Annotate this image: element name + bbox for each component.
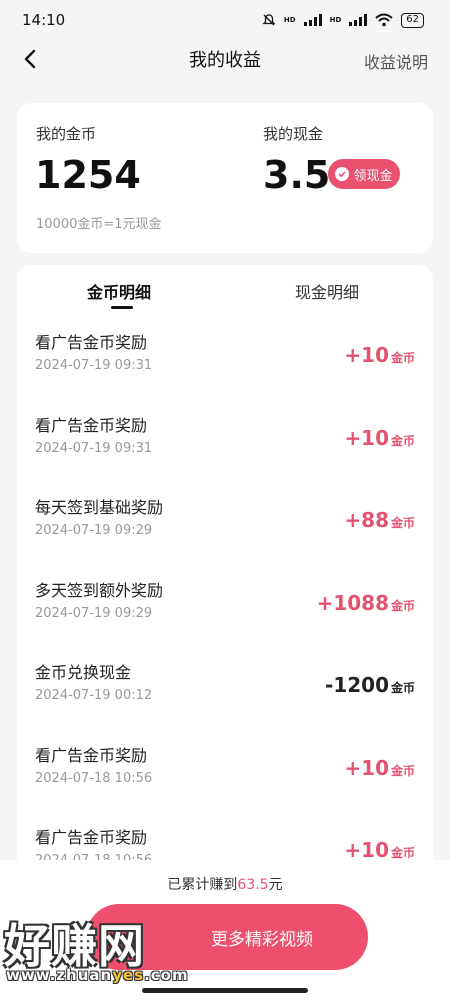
record-amount: +88 金币 xyxy=(344,508,415,532)
site-watermark: 好赚网 www.zhuanyes.com xyxy=(4,910,204,990)
amount-value: +1088 xyxy=(316,590,389,615)
list-item: 每天签到基础奖励 2024-07-19 09:29 +88 金币 xyxy=(17,488,433,571)
wifi-icon xyxy=(375,13,393,27)
list-item: 看广告金币奖励 2024-07-18 10:56 +10金币 xyxy=(17,736,433,819)
watermark-url-b: yes xyxy=(112,966,145,984)
amount-unit: 金币 xyxy=(390,763,415,778)
status-time: 14:10 xyxy=(22,11,66,29)
record-date: 2024-07-19 09:31 xyxy=(35,358,153,373)
amount-value: +10 xyxy=(344,838,389,862)
record-title: 看广告金币奖励 xyxy=(35,828,148,847)
more-videos-label: 更多精彩视频 xyxy=(211,929,313,950)
watermark-url-a: www.zhuan xyxy=(6,966,113,984)
mute-bell-icon xyxy=(262,14,276,26)
amount-unit: 金币 xyxy=(390,681,415,695)
back-arrow-icon[interactable] xyxy=(18,46,44,72)
cash-balance-value: 3.5 xyxy=(263,153,331,197)
amount-unit: 金币 xyxy=(390,433,415,448)
earned-suffix: 元 xyxy=(268,877,283,893)
detail-card: 金币明细 现金明细 看广告金币奖励 2024-07-19 09:31 +10 金币… xyxy=(17,265,433,885)
amount-value: +10 xyxy=(344,425,389,450)
amount-value: -1200 xyxy=(325,673,389,697)
record-amount: +1088 金币 xyxy=(317,591,415,615)
signal-icon-2 xyxy=(349,14,368,26)
amount-unit: 金币 xyxy=(390,516,415,530)
exchange-rate-note: 10000金币=1元现金 xyxy=(36,217,162,232)
list-item: 看广告金币奖励 2024-07-19 09:31 +10 金币 xyxy=(17,406,433,489)
watermark-url-c: .com xyxy=(144,966,189,984)
coin-balance-label: 我的金币 xyxy=(36,125,97,143)
balance-card: 我的金币 我的现金 1254 3.5 领现金 10000金币=1元现金 xyxy=(17,103,433,253)
signal-icon xyxy=(303,14,322,26)
status-icons: HD HD 62 xyxy=(262,12,424,28)
list-item: 金币兑换现金 2024-07-19 00:12 -1200 金币 xyxy=(17,653,433,736)
watermark-url: www.zhuanyes.com xyxy=(6,966,189,984)
amount-value: +10 xyxy=(344,755,389,780)
record-amount: +10 金币 xyxy=(344,756,415,780)
record-amount: +10 金币 xyxy=(344,343,415,367)
amount-unit: 金币 xyxy=(390,351,415,365)
record-title: 看广告金币奖励 xyxy=(35,333,148,352)
tab-coin-details[interactable]: 金币明细 xyxy=(87,279,151,303)
record-date: 2024-07-19 00:12 xyxy=(35,688,153,703)
record-amount: +10 金币 xyxy=(344,426,415,450)
earned-amount: 63.5 xyxy=(237,877,269,893)
earned-prefix: 已累计赚到 xyxy=(167,877,238,893)
battery-icon: 62 xyxy=(401,12,424,28)
amount-value: +10 xyxy=(344,343,389,367)
earnings-explanation-link[interactable]: 收益说明 xyxy=(364,49,428,73)
tab-cash-details[interactable]: 现金明细 xyxy=(295,279,359,303)
record-amount: +10 金币 xyxy=(344,838,415,862)
active-tab-indicator xyxy=(111,306,133,309)
nav-bar: 我的收益 收益说明 xyxy=(0,40,450,78)
list-item: 看广告金币奖励 2024-07-19 09:31 +10 金币 xyxy=(17,323,433,406)
record-title: 看广告金币奖励 xyxy=(35,745,148,765)
page-title: 我的收益 xyxy=(189,50,261,71)
list-item: 多天签到额外奖励 2024-07-19 09:29 +1088 金币 xyxy=(17,571,433,654)
record-title: 金币兑换现金 xyxy=(35,663,132,682)
claim-cash-icon xyxy=(335,167,350,181)
amount-unit: 金币 xyxy=(390,598,415,613)
record-list[interactable]: 看广告金币奖励 2024-07-19 09:31 +10 金币 看广告金币奖励 2… xyxy=(17,323,433,885)
cash-balance-label: 我的现金 xyxy=(263,125,324,143)
record-amount: -1200 金币 xyxy=(325,673,415,697)
record-date: 2024-07-18 10:56 xyxy=(35,770,153,786)
hd-label-1: HD xyxy=(283,16,296,24)
claim-cash-label: 领现金 xyxy=(353,168,393,184)
status-bar: 14:10 HD HD 62 xyxy=(0,0,450,40)
record-title: 每天签到基础奖励 xyxy=(35,498,164,517)
coin-balance-value: 1254 xyxy=(35,153,141,197)
record-title: 多天签到额外奖励 xyxy=(35,580,164,600)
record-date: 2024-07-19 09:29 xyxy=(35,605,153,621)
hd-label-2: HD xyxy=(329,16,342,24)
record-title: 看广告金币奖励 xyxy=(35,415,148,435)
claim-cash-button[interactable]: 领现金 xyxy=(328,159,400,189)
record-date: 2024-07-19 09:31 xyxy=(35,440,153,456)
amount-value: +88 xyxy=(344,508,389,532)
record-date: 2024-07-19 09:29 xyxy=(35,523,153,538)
detail-tabs: 金币明细 现金明细 xyxy=(17,265,433,315)
amount-unit: 金币 xyxy=(390,846,415,860)
total-earned-text: 已累计赚到63.5元 xyxy=(0,874,450,894)
